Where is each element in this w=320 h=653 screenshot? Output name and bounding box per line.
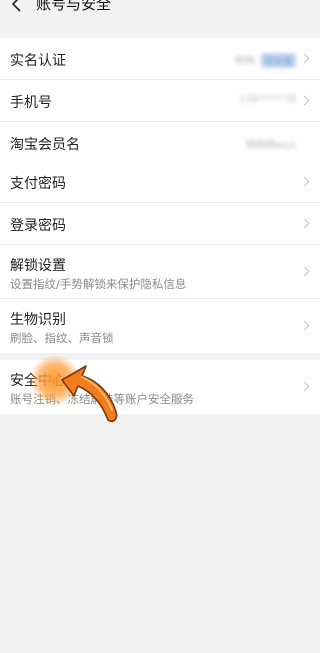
chevron-right-icon <box>299 320 310 331</box>
password-group: 支付密码 登录密码 解锁设置 设置指纹/手势解锁来保护隐私信息 生物识别 刷脸、… <box>0 161 320 353</box>
chevron-right-icon <box>299 176 310 186</box>
verified-badge: 已认证 <box>260 53 296 68</box>
row-label: 登录密码 <box>10 218 66 234</box>
row-label: 解锁设置 <box>10 258 66 274</box>
row-unlock-settings[interactable]: 解锁设置 设置指纹/手势解锁来保护隐私信息 <box>0 245 320 299</box>
real-name-value: 韩韩 已认证 <box>235 52 296 68</box>
row-label: 支付密码 <box>10 176 66 192</box>
chevron-right-icon <box>299 266 310 276</box>
chevron-right-icon <box>299 53 310 63</box>
row-biometrics[interactable]: 生物识别 刷脸、指纹、声音锁 <box>0 299 320 353</box>
top-bar: 账号与安全 <box>0 0 320 24</box>
chevron-right-icon <box>299 218 310 228</box>
identity-group: 实名认证 韩韩 已认证 手机号 138*****78 淘宝会员名 韩韩韩wyx <box>0 38 320 164</box>
row-login-password[interactable]: 登录密码 <box>0 203 320 245</box>
chevron-right-icon <box>299 95 310 105</box>
chevron-right-icon <box>299 381 310 392</box>
pointer-arrow-icon <box>61 365 118 423</box>
row-payment-password[interactable]: 支付密码 <box>0 161 320 203</box>
row-real-name-auth[interactable]: 实名认证 韩韩 已认证 <box>0 38 320 80</box>
phone-number-value: 138*****78 <box>239 94 296 105</box>
page-title: 账号与安全 <box>36 0 112 13</box>
row-label: 手机号 <box>10 95 52 111</box>
row-taobao-member-name[interactable]: 淘宝会员名 韩韩韩wyx <box>0 122 320 164</box>
back-arrow-icon[interactable] <box>10 0 24 12</box>
member-name-value: 韩韩韩wyx <box>245 140 296 151</box>
row-label: 生物识别 <box>10 312 66 328</box>
row-label: 淘宝会员名 <box>10 137 80 153</box>
row-phone-number[interactable]: 手机号 138*****78 <box>0 80 320 122</box>
row-label: 实名认证 <box>10 53 66 69</box>
row-description: 刷脸、指纹、声音锁 <box>10 331 114 345</box>
row-description: 设置指纹/手势解锁来保护隐私信息 <box>10 277 187 291</box>
